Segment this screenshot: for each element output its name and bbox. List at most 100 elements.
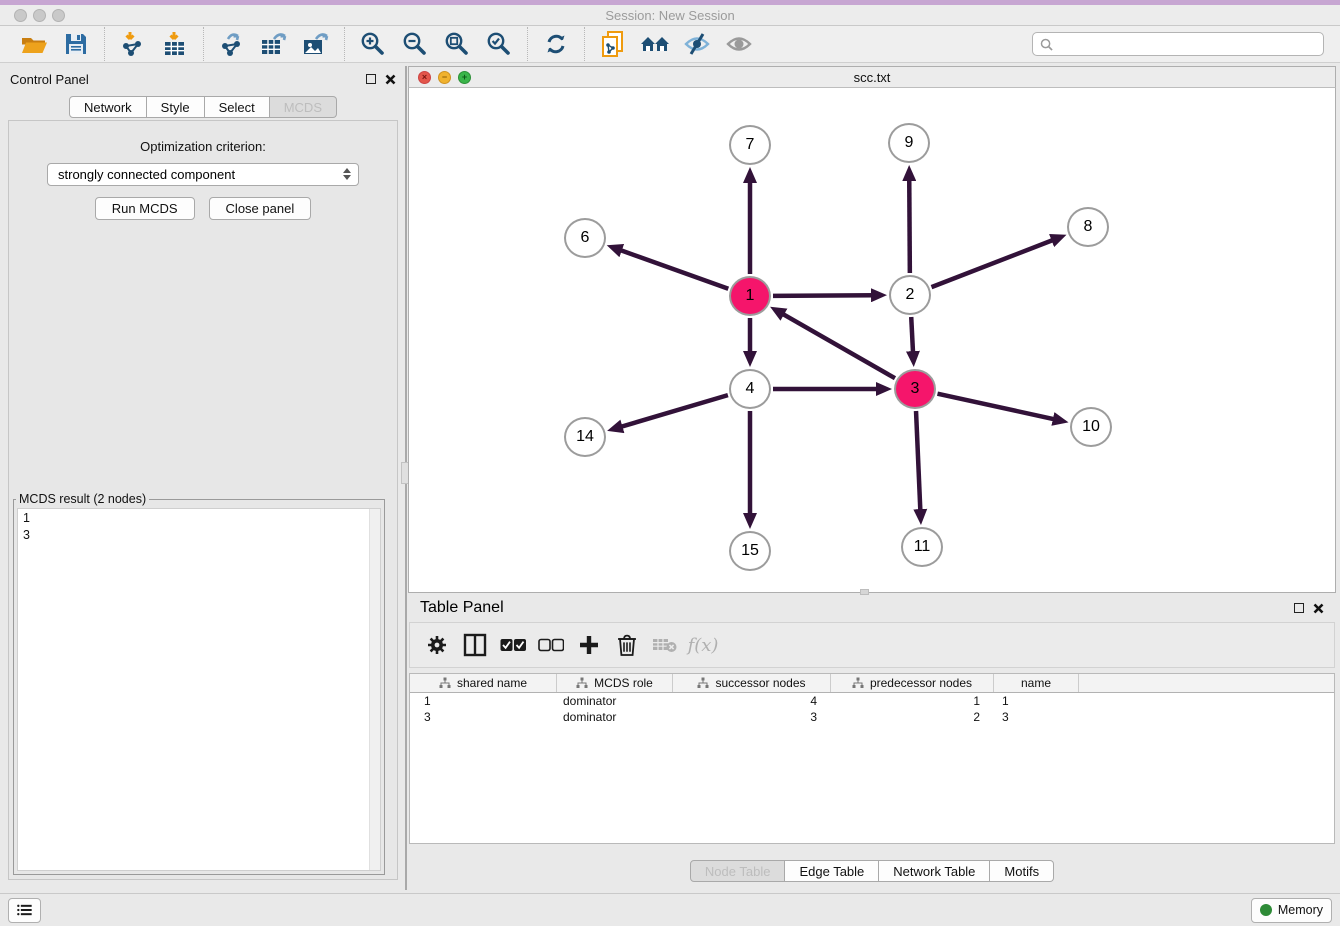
show-hidden-button[interactable] bbox=[718, 28, 760, 60]
search-box[interactable] bbox=[1032, 32, 1324, 56]
tab-network-table[interactable]: Network Table bbox=[879, 860, 990, 882]
unchecked-boxes-icon bbox=[538, 638, 564, 652]
open-session-button[interactable] bbox=[13, 28, 55, 60]
graph-edge-2-3[interactable] bbox=[911, 317, 913, 355]
result-line: 1 bbox=[23, 510, 375, 527]
graph-node-11[interactable]: 11 bbox=[901, 527, 943, 567]
zoom-in-button[interactable] bbox=[352, 28, 394, 60]
table-row[interactable]: 1 dominator 4 1 1 bbox=[410, 693, 1334, 709]
graph-node-10[interactable]: 10 bbox=[1070, 407, 1112, 447]
graph-edge-2-9[interactable] bbox=[909, 177, 910, 273]
refresh-button[interactable] bbox=[535, 28, 577, 60]
graph-node-4[interactable]: 4 bbox=[729, 369, 771, 409]
hierarchy-icon bbox=[439, 677, 451, 689]
add-row-button[interactable] bbox=[572, 628, 606, 662]
graph-node-7[interactable]: 7 bbox=[729, 125, 771, 165]
graph-node-14[interactable]: 14 bbox=[564, 417, 606, 457]
column-header-mcds-role[interactable]: MCDS role bbox=[557, 674, 673, 692]
graph-node-2[interactable]: 2 bbox=[889, 275, 931, 315]
graph-node-1[interactable]: 1 bbox=[729, 276, 771, 316]
column-header-shared-name[interactable]: shared name bbox=[410, 674, 557, 692]
save-session-button[interactable] bbox=[55, 28, 97, 60]
zoom-out-icon bbox=[402, 31, 428, 57]
clone-network-icon bbox=[600, 30, 626, 58]
column-header-successor-nodes[interactable]: successor nodes bbox=[673, 674, 831, 692]
import-network-icon bbox=[120, 31, 146, 57]
export-table-button[interactable] bbox=[253, 28, 295, 60]
graph-edge-1-6[interactable] bbox=[618, 249, 728, 288]
export-network-button[interactable] bbox=[211, 28, 253, 60]
table-tabs: Node Table Edge Table Network Table Moti… bbox=[408, 860, 1336, 882]
column-header-predecessor-nodes[interactable]: predecessor nodes bbox=[831, 674, 994, 692]
zoom-fit-button[interactable] bbox=[436, 28, 478, 60]
tab-select[interactable]: Select bbox=[205, 96, 270, 118]
graph-edge-3-11[interactable] bbox=[916, 411, 920, 513]
delete-row-button[interactable] bbox=[610, 628, 644, 662]
run-mcds-button[interactable]: Run MCDS bbox=[95, 197, 195, 220]
app-title: Session: New Session bbox=[0, 8, 1340, 23]
home-icon bbox=[640, 32, 670, 56]
tab-network[interactable]: Network bbox=[69, 96, 147, 118]
graph-edge-3-1[interactable] bbox=[780, 313, 894, 379]
import-table-button[interactable] bbox=[154, 28, 196, 60]
float-table-panel-icon[interactable] bbox=[1294, 603, 1304, 613]
column-header-name[interactable]: name bbox=[994, 674, 1079, 692]
graph-edge-1-2[interactable] bbox=[773, 295, 875, 296]
task-history-button[interactable] bbox=[8, 898, 41, 923]
show-columns-button[interactable] bbox=[458, 628, 492, 662]
graph-node-9[interactable]: 9 bbox=[888, 123, 930, 163]
tab-style[interactable]: Style bbox=[147, 96, 205, 118]
mcds-result-legend: MCDS result (2 nodes) bbox=[16, 492, 149, 506]
mcds-result-textarea[interactable]: 1 3 bbox=[17, 508, 381, 871]
clone-network-button[interactable] bbox=[592, 28, 634, 60]
tab-edge-table[interactable]: Edge Table bbox=[785, 860, 879, 882]
export-image-button[interactable] bbox=[295, 28, 337, 60]
import-table-icon bbox=[162, 31, 188, 57]
select-all-button[interactable] bbox=[496, 628, 530, 662]
graph-node-15[interactable]: 15 bbox=[729, 531, 771, 571]
status-bar: Memory bbox=[0, 893, 1340, 926]
import-network-button[interactable] bbox=[112, 28, 154, 60]
control-panel-title: Control Panel bbox=[10, 72, 89, 87]
memory-button[interactable]: Memory bbox=[1251, 898, 1332, 923]
tab-mcds[interactable]: MCDS bbox=[270, 96, 337, 118]
list-icon bbox=[17, 903, 32, 917]
tab-motifs[interactable]: Motifs bbox=[990, 860, 1054, 882]
table-header-row: shared name MCDS role bbox=[410, 674, 1334, 693]
graph-node-8[interactable]: 8 bbox=[1067, 207, 1109, 247]
panel-splitter[interactable] bbox=[405, 66, 407, 890]
graph-node-6[interactable]: 6 bbox=[564, 218, 606, 258]
table-row[interactable]: 3 dominator 3 2 3 bbox=[410, 709, 1334, 725]
network-view-window: × − + scc.txt 7 9 6 8 1 2 4 3 14 10 15 11 bbox=[408, 66, 1336, 593]
close-table-panel-icon[interactable] bbox=[1313, 603, 1324, 614]
cell-shared-name: 1 bbox=[410, 693, 557, 709]
checked-boxes-icon bbox=[500, 638, 526, 652]
search-input[interactable] bbox=[1058, 37, 1316, 51]
table-settings-button[interactable] bbox=[420, 628, 454, 662]
hierarchy-icon bbox=[697, 677, 709, 689]
tab-node-table[interactable]: Node Table bbox=[690, 860, 786, 882]
home-button[interactable] bbox=[634, 28, 676, 60]
deselect-all-button[interactable] bbox=[534, 628, 568, 662]
graph-edge-2-8[interactable] bbox=[931, 239, 1055, 287]
graph-edge-3-10[interactable] bbox=[937, 394, 1056, 420]
table-panel: Table Panel bbox=[408, 595, 1336, 890]
memory-status-icon bbox=[1260, 904, 1272, 916]
graph-node-3[interactable]: 3 bbox=[894, 369, 936, 409]
zoom-selected-button[interactable] bbox=[478, 28, 520, 60]
export-image-icon bbox=[302, 31, 330, 57]
optimization-criterion-select[interactable]: strongly connected component bbox=[47, 163, 359, 186]
close-panel-icon[interactable] bbox=[385, 74, 396, 85]
network-window-titlebar[interactable]: × − + scc.txt bbox=[408, 66, 1336, 88]
close-panel-button[interactable]: Close panel bbox=[209, 197, 312, 220]
optimization-criterion-label: Optimization criterion: bbox=[9, 139, 397, 154]
hierarchy-icon bbox=[576, 677, 588, 689]
cell-predecessor-nodes: 2 bbox=[831, 709, 994, 725]
float-panel-icon[interactable] bbox=[366, 74, 376, 84]
graph-edge-4-14[interactable] bbox=[619, 395, 728, 427]
node-table: shared name MCDS role bbox=[409, 673, 1335, 844]
hide-selected-button[interactable] bbox=[676, 28, 718, 60]
result-scrollbar[interactable] bbox=[369, 509, 380, 870]
zoom-out-button[interactable] bbox=[394, 28, 436, 60]
network-canvas[interactable]: 7 9 6 8 1 2 4 3 14 10 15 11 bbox=[408, 88, 1336, 593]
